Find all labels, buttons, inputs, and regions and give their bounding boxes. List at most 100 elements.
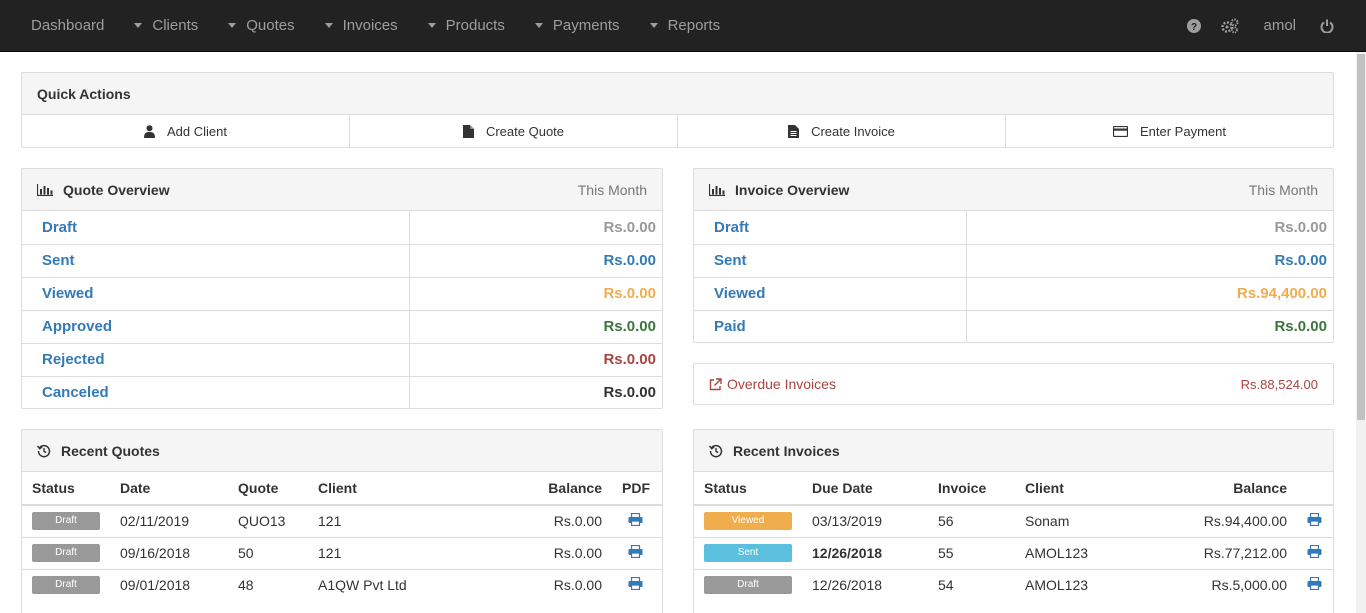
history-icon	[709, 444, 723, 458]
nav-products-label: Products	[445, 17, 505, 34]
overview-amount: Rs.94,400.00	[966, 276, 1333, 310]
col-pdf: PDF	[612, 472, 662, 506]
client-link[interactable]: AMOL123	[1015, 568, 1187, 601]
quote-overview-period: This Month	[577, 181, 647, 198]
overview-row: Canceled Rs.0.00	[22, 375, 662, 409]
due-date-cell: 12/26/2018	[802, 568, 928, 601]
invoice-number-link[interactable]: 55	[928, 536, 1015, 569]
table-row: Viewed 03/13/2019 56 Sonam Rs.94,400.00	[694, 504, 1333, 537]
overview-row: Viewed Rs.0.00	[22, 276, 662, 310]
nav-quotes[interactable]: Quotes	[213, 0, 309, 51]
overview-status-link[interactable]: Canceled	[22, 375, 410, 409]
print-icon[interactable]	[628, 513, 643, 527]
overview-status-link[interactable]: Sent	[694, 243, 968, 277]
print-cell	[1297, 536, 1333, 569]
overview-status-link[interactable]: Approved	[22, 309, 410, 343]
nav-payments[interactable]: Payments	[520, 0, 635, 51]
overview-status-link[interactable]: Draft	[694, 211, 968, 244]
quote-number-link[interactable]: 48	[228, 568, 308, 601]
history-icon	[37, 444, 51, 458]
create-invoice-label: Create Invoice	[811, 124, 895, 139]
status-badge: Draft	[704, 576, 792, 595]
overview-row: Approved Rs.0.00	[22, 309, 662, 343]
status-cell: Sent	[694, 536, 802, 569]
print-icon[interactable]	[628, 577, 643, 591]
status-cell: Draft	[694, 568, 802, 601]
recent-invoices-heading: Recent Invoices	[694, 430, 1333, 472]
cogs-icon[interactable]	[1211, 0, 1249, 51]
overview-row: Viewed Rs.94,400.00	[694, 276, 1333, 310]
print-icon[interactable]	[1307, 513, 1322, 527]
enter-payment-button[interactable]: Enter Payment	[1006, 115, 1333, 148]
client-link[interactable]: Sonam	[1015, 504, 1187, 537]
create-quote-button[interactable]: Create Quote	[350, 115, 678, 148]
col-invoice: Invoice	[928, 472, 1015, 506]
overview-row: Paid Rs.0.00	[694, 309, 1333, 343]
create-invoice-button[interactable]: Create Invoice	[678, 115, 1006, 148]
caret-down-icon	[324, 23, 333, 28]
balance-cell: Rs.77,212.00	[1187, 536, 1297, 569]
recent-quotes-title: Recent Quotes	[61, 442, 160, 459]
col-status: Status	[694, 472, 802, 506]
invoice-number-link[interactable]: 54	[928, 568, 1015, 601]
invoice-number-link[interactable]: 56	[928, 504, 1015, 537]
overview-status-link[interactable]: Paid	[694, 309, 968, 343]
table-row: Draft 12/26/2018 54 AMOL123 Rs.5,000.00	[694, 568, 1333, 601]
overview-row: Draft Rs.0.00	[694, 211, 1333, 244]
client-link[interactable]: A1QW Pvt Ltd	[308, 568, 512, 601]
overview-status-link[interactable]: Draft	[22, 211, 410, 244]
nav-clients-label: Clients	[152, 17, 199, 34]
overdue-invoices-amount: Rs.88,524.00	[1240, 376, 1318, 392]
recent-quotes-heading: Recent Quotes	[22, 430, 662, 472]
quote-overview-table: Draft Rs.0.00 Sent Rs.0.00 Viewed Rs.0.00 Appr…	[22, 211, 662, 409]
overview-amount: Rs.0.00	[966, 243, 1333, 277]
overview-amount: Rs.0.00	[409, 375, 662, 409]
quote-overview-panel: Quote Overview This Month Draft Rs.0.00 Se…	[21, 168, 663, 409]
date-cell: 09/01/2018	[110, 568, 228, 601]
nav-reports-label: Reports	[667, 17, 721, 34]
status-badge: Draft	[32, 512, 100, 531]
caret-down-icon	[534, 23, 543, 28]
overview-status-link[interactable]: Sent	[22, 243, 410, 277]
power-off-icon[interactable]	[1310, 0, 1344, 51]
nav-dashboard[interactable]: Dashboard	[16, 0, 119, 51]
table-row: Sent 12/26/2018 55 AMOL123 Rs.77,212.00	[694, 536, 1333, 569]
top-navbar: Dashboard Clients Quotes Invoices Produc…	[0, 0, 1366, 52]
status-cell: Draft	[22, 504, 110, 537]
file-icon	[462, 125, 474, 138]
quote-number-link[interactable]: 50	[228, 536, 308, 569]
quote-overview-heading: Quote Overview This Month	[22, 169, 662, 211]
date-cell: 02/11/2019	[110, 504, 228, 537]
nav-clients[interactable]: Clients	[119, 0, 213, 51]
nav-products[interactable]: Products	[413, 0, 520, 51]
print-icon[interactable]	[628, 545, 643, 558]
print-icon[interactable]	[1307, 577, 1322, 591]
quick-actions-panel: Quick Actions Add Client Create Quote Cr…	[21, 72, 1334, 148]
print-icon[interactable]	[1307, 545, 1322, 558]
vertical-scrollbar[interactable]	[1356, 52, 1366, 613]
overview-status-link[interactable]: Viewed	[694, 276, 968, 310]
balance-cell: Rs.0.00	[512, 568, 612, 601]
overview-amount: Rs.0.00	[409, 309, 662, 343]
status-badge: Draft	[32, 576, 100, 595]
recent-invoices-table: Status Due Date Invoice Client Balance V…	[694, 472, 1333, 601]
client-link[interactable]: 121	[308, 536, 512, 569]
overview-status-link[interactable]: Viewed	[22, 276, 410, 310]
table-row: Draft 09/16/2018 50 121 Rs.0.00	[22, 536, 662, 569]
overview-status-link[interactable]: Rejected	[22, 342, 410, 376]
client-link[interactable]: AMOL123	[1015, 536, 1187, 569]
col-date: Date	[110, 472, 228, 506]
question-circle-icon[interactable]: ?	[1177, 0, 1211, 51]
quote-number-link[interactable]: QUO13	[228, 504, 308, 537]
nav-reports[interactable]: Reports	[635, 0, 736, 51]
status-cell: Draft	[22, 568, 110, 601]
overdue-invoices-label: Overdue Invoices	[727, 376, 836, 392]
pdf-cell	[612, 568, 662, 601]
scrollbar-thumb[interactable]	[1357, 54, 1365, 420]
nav-invoices[interactable]: Invoices	[310, 0, 413, 51]
overdue-invoices-link[interactable]: Overdue Invoices Rs.88,524.00	[694, 364, 1333, 404]
client-link[interactable]: 121	[308, 504, 512, 537]
add-client-button[interactable]: Add Client	[22, 115, 350, 148]
user-name[interactable]: amol	[1249, 17, 1310, 34]
col-client: Client	[308, 472, 512, 506]
